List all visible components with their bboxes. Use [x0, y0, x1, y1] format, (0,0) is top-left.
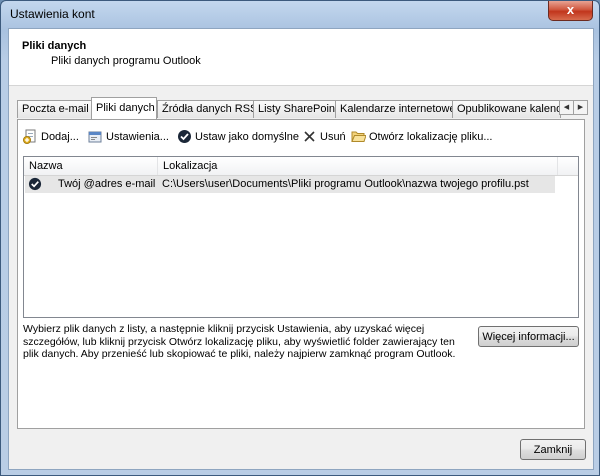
- account-settings-window: Ustawienia kont x Pliki danych Pliki dan…: [0, 0, 600, 476]
- tab-rss-feeds[interactable]: Źródła danych RSS: [157, 100, 255, 118]
- tab-internet-calendars[interactable]: Kalendarze internetowe: [335, 100, 453, 118]
- set-default-button[interactable]: Ustaw jako domyślne: [177, 128, 299, 146]
- tab-email[interactable]: Poczta e-mail: [17, 100, 92, 118]
- header-subtitle: Pliki danych programu Outlook: [51, 55, 201, 67]
- default-file-check-icon: [28, 177, 42, 194]
- tab-data-files[interactable]: Pliki danych: [91, 97, 157, 119]
- add-button[interactable]: Dodaj...: [23, 128, 79, 146]
- tab-sharepoint-lists[interactable]: Listy SharePoint: [253, 100, 338, 118]
- window-close-button[interactable]: x: [548, 1, 593, 21]
- toolbar: Dodaj... Ustawienia... Ustaw jako domyśl…: [23, 128, 579, 146]
- open-file-location-button[interactable]: Otwórz lokalizację pliku...: [351, 128, 493, 146]
- data-files-list[interactable]: Nazwa Lokalizacja Twój @adres e-mail C:\…: [23, 156, 579, 318]
- add-button-label: Dodaj...: [41, 131, 79, 143]
- folder-open-icon: [351, 129, 367, 144]
- list-header: Nazwa Lokalizacja: [24, 157, 578, 176]
- settings-button[interactable]: Ustawienia...: [88, 128, 169, 146]
- remove-button-label: Usuń: [320, 131, 346, 143]
- data-files-panel: Dodaj... Ustawienia... Ustaw jako domyśl…: [17, 119, 585, 429]
- remove-x-icon: [302, 129, 317, 144]
- header-title: Pliki danych: [22, 40, 87, 52]
- tab-scroll-right-icon[interactable]: ▶: [573, 100, 588, 115]
- add-file-icon: [23, 129, 38, 144]
- open-file-location-label: Otwórz lokalizację pliku...: [369, 131, 493, 143]
- more-info-button[interactable]: Więcej informacji...: [478, 326, 579, 347]
- remove-button[interactable]: Usuń: [302, 128, 346, 146]
- window-title: Ustawienia kont: [10, 7, 95, 21]
- table-row[interactable]: Twój @adres e-mail C:\Users\user\Documen…: [25, 176, 555, 193]
- tab-scroll-left-icon[interactable]: ◀: [559, 100, 574, 115]
- tab-published-calendars[interactable]: Opublikowane kalendarze: [452, 100, 561, 118]
- check-circle-icon: [177, 129, 192, 144]
- title-bar[interactable]: Ustawienia kont x: [1, 1, 599, 27]
- info-text: Wybierz plik danych z listy, a następnie…: [23, 323, 456, 360]
- set-default-button-label: Ustaw jako domyślne: [195, 131, 299, 143]
- close-button[interactable]: Zamknij: [520, 439, 586, 460]
- dialog-client-area: Pliki danych Pliki danych programu Outlo…: [8, 28, 594, 470]
- row-name: Twój @adres e-mail: [58, 178, 156, 190]
- row-location: C:\Users\user\Documents\Pliki programu O…: [162, 178, 529, 190]
- tab-strip: Poczta e-mail Pliki danych Źródła danych…: [17, 97, 588, 119]
- settings-button-label: Ustawienia...: [106, 131, 169, 143]
- dialog-header: Pliki danych Pliki danych programu Outlo…: [9, 29, 593, 86]
- column-header-name[interactable]: Nazwa: [24, 157, 158, 175]
- settings-icon: [88, 129, 103, 144]
- column-header-location[interactable]: Lokalizacja: [158, 157, 558, 175]
